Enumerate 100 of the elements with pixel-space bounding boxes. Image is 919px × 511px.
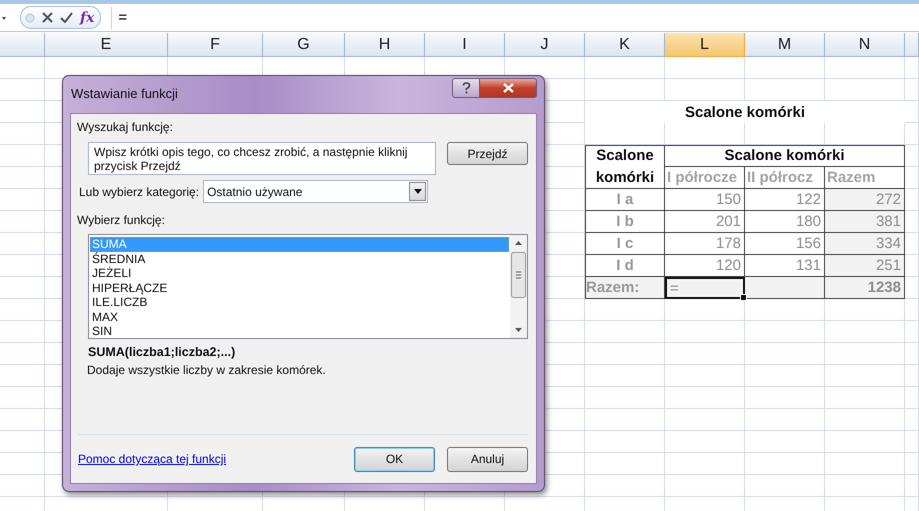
sheet-cell[interactable] (825, 365, 905, 387)
sheet-cell[interactable] (905, 123, 919, 145)
ok-button[interactable]: OK (354, 446, 435, 472)
sheet-cell[interactable] (905, 409, 919, 431)
sheet-cell[interactable] (0, 101, 45, 123)
sheet-cell[interactable] (825, 409, 905, 431)
column-header[interactable]: E (45, 33, 168, 57)
sheet-cell[interactable] (665, 365, 745, 387)
sheet-cell[interactable] (0, 475, 45, 497)
sheet-cell[interactable] (825, 57, 905, 79)
sheet-cell[interactable] (905, 387, 919, 409)
sheet-cell[interactable] (745, 57, 825, 79)
sheet-cell[interactable] (825, 431, 905, 453)
sheet-cell[interactable] (905, 431, 919, 453)
sheet-cell[interactable] (0, 431, 45, 453)
column-header[interactable]: K (585, 33, 665, 57)
function-list-item[interactable]: MAX (90, 310, 509, 324)
confirm-icon[interactable] (60, 12, 73, 23)
sheet-cell[interactable] (585, 343, 665, 365)
sheet-cell[interactable] (665, 321, 745, 343)
sheet-cell[interactable] (665, 475, 745, 497)
sheet-cell[interactable] (0, 387, 45, 409)
sheet-cell[interactable] (745, 365, 825, 387)
sheet-cell[interactable] (585, 409, 665, 431)
sheet-cell[interactable] (0, 167, 45, 189)
sheet-cell[interactable] (745, 321, 825, 343)
sheet-cell[interactable] (0, 343, 45, 365)
function-list-item[interactable]: SIN (90, 324, 509, 338)
sheet-cell[interactable] (0, 145, 45, 167)
sheet-cell[interactable] (0, 233, 45, 255)
sheet-cell[interactable] (0, 57, 45, 79)
sheet-cell[interactable] (585, 453, 665, 475)
sheet-cell[interactable] (0, 299, 45, 321)
sheet-cell[interactable] (0, 189, 45, 211)
sheet-cell[interactable] (905, 343, 919, 365)
sheet-cell[interactable] (745, 431, 825, 453)
column-header[interactable]: I (425, 33, 505, 57)
column-header[interactable]: H (345, 33, 425, 57)
sheet-cell[interactable] (665, 409, 745, 431)
sheet-cell[interactable] (0, 79, 45, 101)
formula-field[interactable]: = (111, 6, 919, 28)
sheet-cell[interactable] (665, 387, 745, 409)
function-list-item[interactable]: ŚREDNIA (90, 252, 509, 266)
sheet-cell[interactable] (905, 321, 919, 343)
function-list-item[interactable]: HIPERŁĄCZE (90, 280, 509, 295)
sheet-cell[interactable] (0, 365, 45, 387)
sheet-cell[interactable] (665, 431, 745, 453)
category-dropdown[interactable]: Ostatnio używane (203, 180, 428, 203)
corner-header[interactable] (0, 33, 45, 57)
column-header[interactable]: J (505, 33, 585, 57)
sheet-cell[interactable] (0, 453, 45, 475)
sheet-cell[interactable] (0, 277, 45, 299)
sheet-cell[interactable] (665, 453, 745, 475)
column-header[interactable]: L (665, 33, 745, 57)
sheet-cell[interactable] (0, 211, 45, 233)
close-button[interactable] (480, 78, 537, 98)
cancel-button[interactable]: Anuluj (447, 446, 528, 472)
sheet-cell[interactable] (905, 79, 919, 101)
column-header[interactable]: M (745, 33, 825, 57)
insert-function-button[interactable]: fx (80, 10, 94, 26)
help-link[interactable]: Pomoc dotycząca tej funkcji (78, 452, 226, 466)
sheet-cell[interactable] (905, 57, 919, 79)
resize-handle-icon[interactable] (25, 12, 35, 22)
column-header[interactable]: G (263, 33, 345, 57)
sheet-cell[interactable] (745, 475, 825, 497)
search-field[interactable]: Wpisz krótki opis tego, co chcesz zrobić, a następnie kliknij przycisk Przejdź (88, 142, 436, 175)
dropdown-arrow-icon[interactable] (2, 14, 6, 20)
sheet-cell[interactable] (825, 475, 905, 497)
sheet-cell[interactable] (0, 321, 45, 343)
sheet-cell[interactable] (0, 123, 45, 145)
sheet-cell[interactable] (905, 475, 919, 497)
sheet-cell[interactable] (825, 343, 905, 365)
sheet-cell[interactable] (0, 409, 45, 431)
sheet-cell[interactable] (585, 475, 665, 497)
scrollbar-thumb[interactable] (511, 252, 526, 298)
sheet-cell[interactable] (585, 57, 665, 79)
sheet-cell[interactable] (745, 343, 825, 365)
column-header[interactable]: N (825, 33, 905, 57)
sheet-cell[interactable] (745, 409, 825, 431)
sheet-cell[interactable] (825, 387, 905, 409)
sheet-cell[interactable] (905, 365, 919, 387)
function-list-item[interactable]: JEŻELI (90, 266, 509, 280)
sheet-cell[interactable] (585, 321, 665, 343)
sheet-cell[interactable] (0, 255, 45, 277)
sheet-cell[interactable] (665, 57, 745, 79)
function-list-item[interactable]: ILE.LICZB (90, 295, 509, 310)
column-header[interactable] (905, 33, 919, 57)
sheet-cell[interactable] (585, 365, 665, 387)
sheet-cell[interactable] (905, 453, 919, 475)
go-button[interactable]: Przejdź (447, 142, 528, 165)
sheet-cell[interactable] (905, 299, 919, 321)
sheet-cell[interactable] (825, 321, 905, 343)
sheet-cell[interactable] (825, 453, 905, 475)
fill-handle[interactable] (740, 294, 747, 301)
sheet-cell[interactable] (745, 387, 825, 409)
sheet-cell[interactable] (585, 387, 665, 409)
sheet-cell[interactable] (745, 453, 825, 475)
sheet-cell[interactable] (585, 431, 665, 453)
help-button[interactable] (452, 78, 480, 98)
column-header[interactable]: F (168, 33, 263, 57)
